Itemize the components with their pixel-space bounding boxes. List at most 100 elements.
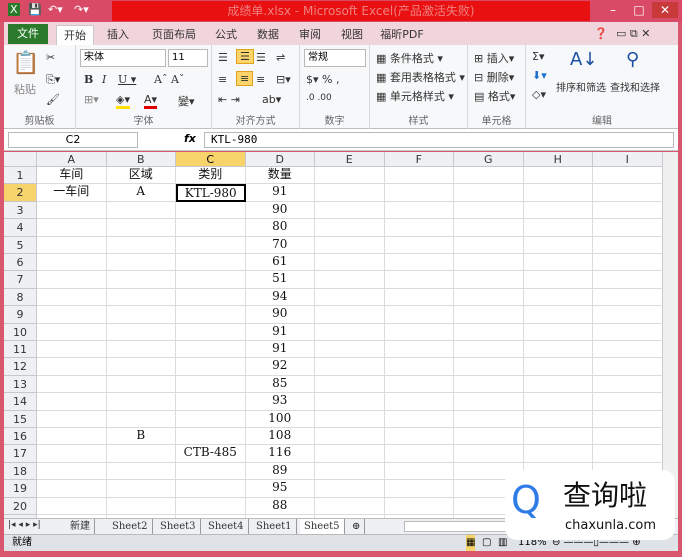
tab-file[interactable]: 文件 [8, 24, 48, 44]
number-format-select[interactable]: 常规 [304, 49, 366, 67]
cell[interactable]: 80 [245, 219, 315, 237]
formula-input[interactable]: KTL-980 [204, 132, 674, 148]
sheet-tab[interactable]: Sheet1 [252, 519, 297, 534]
copy-icon[interactable]: ⎘▾ [46, 73, 60, 87]
cell[interactable]: 91 [245, 323, 315, 341]
cell[interactable]: 61 [245, 254, 315, 272]
cell[interactable] [176, 410, 246, 428]
cell[interactable] [315, 497, 385, 515]
tab-review[interactable]: 审阅 [294, 25, 326, 45]
underline-button[interactable]: U ▾ [118, 73, 136, 86]
cell[interactable]: 88 [245, 497, 315, 515]
cell[interactable] [454, 184, 524, 202]
column-header-H[interactable]: H [523, 152, 593, 167]
paste-button[interactable]: 粘贴 [14, 81, 36, 97]
cell[interactable] [454, 254, 524, 272]
cell[interactable] [454, 428, 524, 446]
cell[interactable]: 94 [245, 288, 315, 307]
tab-home[interactable]: 开始 [56, 25, 94, 45]
cut-icon[interactable]: ✂ [46, 51, 55, 64]
cell[interactable] [384, 306, 454, 324]
autosum-icon[interactable]: Σ▾ [532, 50, 544, 63]
cell[interactable] [315, 201, 385, 220]
sort-filter-button[interactable]: 排序和筛选 [556, 79, 606, 94]
format-as-table-button[interactable]: ▦ 套用表格格式 ▾ [376, 69, 465, 85]
save-icon[interactable]: 💾 [28, 3, 42, 16]
cell[interactable] [176, 497, 246, 515]
cell[interactable]: 区域 [106, 167, 176, 185]
column-header-I[interactable]: I [593, 152, 662, 167]
cell[interactable] [384, 288, 454, 307]
cell[interactable] [593, 201, 662, 220]
find-select-button[interactable]: 查找和选择 [610, 79, 660, 94]
row-header[interactable]: 9 [4, 306, 37, 324]
cell[interactable] [384, 254, 454, 272]
align-middle-icon[interactable]: ☰ [236, 49, 254, 64]
cell[interactable] [37, 323, 107, 341]
cell[interactable] [106, 358, 176, 376]
cell[interactable] [593, 323, 662, 341]
cell[interactable] [106, 462, 176, 481]
bold-button[interactable]: B [84, 73, 93, 86]
cell[interactable] [523, 167, 593, 185]
cell[interactable] [106, 445, 176, 463]
cell[interactable] [523, 254, 593, 272]
cell[interactable]: 一车间 [37, 184, 107, 202]
insert-function-icon[interactable]: fx [184, 132, 196, 145]
cell[interactable] [523, 445, 593, 463]
cell[interactable] [315, 445, 385, 463]
maximize-button[interactable]: □ [626, 2, 652, 18]
row-header[interactable]: 2 [4, 184, 37, 202]
row-header[interactable]: 6 [4, 254, 37, 272]
row-header[interactable]: 8 [4, 288, 37, 307]
cell[interactable] [384, 236, 454, 254]
cell[interactable] [315, 393, 385, 411]
cell[interactable] [523, 323, 593, 341]
sort-filter-icon[interactable]: A↓ [570, 49, 597, 70]
align-left-icon[interactable]: ≡ [218, 73, 227, 86]
cell[interactable] [176, 201, 246, 220]
cell[interactable] [106, 288, 176, 307]
accounting-icon[interactable]: $▾ % , [306, 73, 339, 86]
cell[interactable] [593, 393, 662, 411]
cell[interactable] [523, 375, 593, 394]
cell[interactable] [454, 393, 524, 411]
cell[interactable] [176, 462, 246, 481]
cell[interactable] [176, 375, 246, 394]
cell[interactable] [37, 410, 107, 428]
cell[interactable] [37, 271, 107, 289]
cell[interactable] [315, 410, 385, 428]
cell[interactable] [176, 254, 246, 272]
cell[interactable] [176, 306, 246, 324]
cell[interactable] [384, 428, 454, 446]
cell[interactable]: 93 [245, 393, 315, 411]
font-grow-shrink[interactable]: Aˆ Aˇ [154, 73, 184, 86]
cell[interactable] [593, 236, 662, 254]
cell[interactable] [315, 358, 385, 376]
cell[interactable] [106, 306, 176, 324]
cell[interactable] [384, 184, 454, 202]
cell[interactable] [106, 254, 176, 272]
cell[interactable] [37, 445, 107, 463]
merge-center-icon[interactable]: ⊟▾ [276, 73, 291, 86]
italic-button[interactable]: I [102, 73, 106, 86]
cell[interactable] [37, 462, 107, 481]
orientation-icon[interactable]: ab▾ [262, 93, 281, 106]
cell[interactable] [454, 375, 524, 394]
cell[interactable] [454, 323, 524, 341]
row-header[interactable]: 10 [4, 323, 37, 341]
cell[interactable] [384, 410, 454, 428]
cell[interactable] [384, 445, 454, 463]
cell[interactable] [384, 167, 454, 185]
cell[interactable] [384, 219, 454, 237]
sheet-tab[interactable]: Sheet4 [204, 519, 249, 534]
cell[interactable] [106, 410, 176, 428]
cell[interactable] [593, 306, 662, 324]
delete-cells-button[interactable]: ⊟ 删除▾ [474, 69, 514, 85]
cell[interactable]: A [106, 184, 176, 202]
clear-icon[interactable]: ◇▾ [532, 88, 546, 101]
cell[interactable] [176, 358, 246, 376]
cell[interactable] [593, 410, 662, 428]
format-cells-button[interactable]: ▤ 格式▾ [474, 88, 515, 104]
cell[interactable] [593, 184, 662, 202]
